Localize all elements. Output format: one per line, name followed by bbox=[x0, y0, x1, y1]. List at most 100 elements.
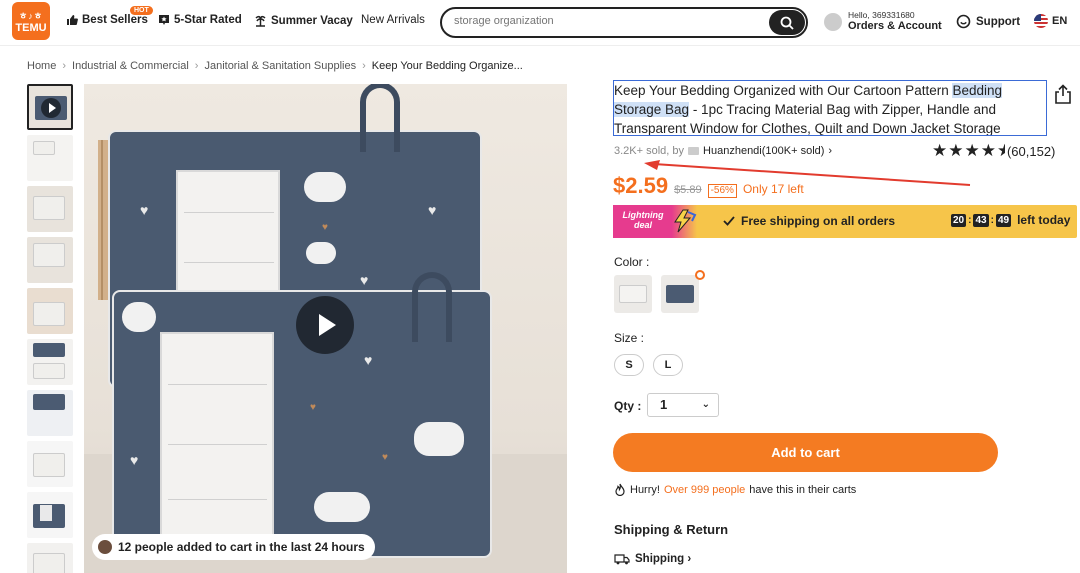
title-text-start: Keep Your Bedding Organized with Our Car… bbox=[614, 83, 953, 98]
thumbnail-image[interactable] bbox=[27, 390, 73, 436]
search-icon bbox=[780, 16, 794, 30]
nav-new-arrivals[interactable]: New Arrivals bbox=[361, 14, 425, 26]
breadcrumb-home[interactable]: Home bbox=[27, 60, 56, 72]
cloud-print bbox=[314, 492, 370, 522]
star-badge-icon bbox=[159, 15, 169, 25]
heart-print: ♥ bbox=[382, 452, 388, 463]
thumbnail-image[interactable] bbox=[27, 543, 73, 573]
window-rib bbox=[168, 444, 267, 445]
account-menu[interactable]: Hello, 369331680 Orders & Account bbox=[824, 10, 942, 33]
breadcrumb-separator: › bbox=[362, 60, 366, 72]
window-rib bbox=[168, 499, 267, 500]
hot-color-indicator-icon bbox=[695, 270, 705, 280]
temu-logo[interactable]: ㅎ♪ㅎ TEMU bbox=[12, 2, 50, 40]
share-icon[interactable] bbox=[1054, 84, 1072, 104]
heart-print: ♥ bbox=[140, 202, 149, 218]
timer-seconds: 49 bbox=[995, 213, 1012, 227]
thumb-bag-image bbox=[33, 453, 65, 477]
language-selector[interactable]: EN bbox=[1034, 14, 1067, 28]
window-rib bbox=[184, 262, 274, 263]
size-option-l[interactable]: L bbox=[653, 354, 683, 376]
cloud-print bbox=[122, 302, 156, 332]
cloud-print bbox=[304, 172, 346, 202]
product-rating[interactable]: ★★★★★ (60,152) bbox=[932, 142, 1056, 159]
color-swatch-white bbox=[619, 285, 647, 303]
logo-text: TEMU bbox=[15, 22, 47, 34]
heart-print: ♥ bbox=[310, 402, 316, 413]
lightning-deal-bar: Lightning deal Free shipping on all orde… bbox=[613, 205, 1077, 238]
timer-colon: : bbox=[968, 214, 972, 226]
rating-count: (60,152) bbox=[1006, 143, 1056, 159]
shipping-return-heading: Shipping & Return bbox=[614, 522, 729, 537]
thumb-bag-image bbox=[33, 141, 55, 155]
thumbnail-image[interactable] bbox=[27, 186, 73, 232]
nav-best-sellers[interactable]: Best Sellers bbox=[66, 14, 148, 26]
language-label: EN bbox=[1052, 15, 1068, 27]
add-to-cart-button[interactable]: Add to cart bbox=[613, 433, 998, 472]
store-icon bbox=[688, 147, 700, 155]
sold-count: 3.2K+ sold, by bbox=[614, 145, 685, 157]
search-button[interactable] bbox=[769, 10, 805, 35]
cart-activity-badge: 12 people added to cart in the last 24 h… bbox=[92, 534, 375, 560]
free-shipping-notice: Free shipping on all orders bbox=[723, 214, 895, 228]
nav-summer-vacay[interactable]: Summer Vacay bbox=[254, 14, 353, 27]
seller-chevron: › bbox=[828, 145, 833, 157]
thumbnail-strip bbox=[27, 84, 74, 573]
thumbnail-image[interactable] bbox=[27, 288, 73, 334]
avatar bbox=[824, 12, 842, 31]
bag-handle bbox=[412, 272, 452, 342]
thumbnail-image[interactable] bbox=[27, 441, 73, 487]
thumbnail-video[interactable] bbox=[27, 84, 73, 130]
quantity-value: 1 bbox=[660, 397, 668, 412]
timer-hours: 20 bbox=[951, 213, 967, 227]
breadcrumb-current: Keep Your Bedding Organize... bbox=[371, 60, 523, 72]
breadcrumb-industrial[interactable]: Industrial & Commercial bbox=[72, 60, 189, 72]
thumb-bag-image bbox=[33, 302, 65, 326]
cloud-print bbox=[414, 422, 464, 456]
deal-countdown: 20 : 43 : 49 left today bbox=[951, 213, 1070, 227]
hurry-count: Over 999 people bbox=[663, 483, 746, 496]
timer-colon: : bbox=[990, 214, 994, 226]
size-option-s[interactable]: S bbox=[614, 354, 644, 376]
nav-best-sellers-label: Best Sellers bbox=[82, 14, 148, 26]
timer-suffix: left today bbox=[1017, 213, 1071, 227]
thumb-bag-image bbox=[33, 394, 65, 410]
quantity-select[interactable]: 1 ⌄ bbox=[647, 393, 719, 417]
play-icon bbox=[41, 98, 61, 118]
thumbnail-image[interactable] bbox=[27, 237, 73, 283]
lightning-deal-line1: Lightning bbox=[622, 210, 664, 220]
free-shipping-label: Free shipping on all orders bbox=[741, 214, 896, 228]
hurry-suffix: have this in their carts bbox=[749, 483, 857, 496]
hurry-label: Hurry! bbox=[630, 483, 660, 496]
support-link[interactable]: Support bbox=[956, 14, 1020, 29]
bag-handle bbox=[360, 84, 400, 152]
search-input[interactable] bbox=[454, 15, 764, 27]
top-header: ㅎ♪ㅎ TEMU Best Sellers HOT 5-Star Rated S… bbox=[0, 0, 1080, 46]
shipping-link[interactable]: Shipping › bbox=[614, 553, 691, 565]
main-product-image[interactable]: ♥ ♥ ♥ ♥ ♥ ♥ ♥ ♥ 12 people added to cart … bbox=[84, 84, 567, 573]
heart-print: ♥ bbox=[428, 202, 437, 218]
seller-link[interactable]: Huanzhendi(100K+ sold) bbox=[703, 145, 824, 157]
color-option-navy[interactable] bbox=[661, 275, 699, 313]
window-rib bbox=[184, 212, 274, 213]
support-chat-icon bbox=[956, 14, 971, 29]
chevron-down-icon: ⌄ bbox=[701, 399, 710, 410]
hurry-notice: Hurry! Over 999 people have this in thei… bbox=[614, 483, 856, 496]
nav-five-star-rated[interactable]: 5-Star Rated bbox=[158, 14, 242, 26]
thumbnail-image[interactable] bbox=[27, 135, 73, 181]
thumbnail-image[interactable] bbox=[27, 339, 73, 385]
lightning-deal-tag: Lightning deal bbox=[613, 205, 697, 238]
heart-print: ♥ bbox=[360, 272, 369, 288]
nav-summer-vacay-label: Summer Vacay bbox=[271, 14, 353, 27]
video-play-icon[interactable] bbox=[296, 296, 354, 354]
thumb-window bbox=[40, 505, 52, 521]
color-label: Color : bbox=[614, 255, 650, 269]
arrow-shaft bbox=[653, 163, 971, 186]
lightning-bolt-icon bbox=[674, 209, 697, 233]
support-label: Support bbox=[976, 15, 1021, 28]
color-option-white[interactable] bbox=[614, 275, 652, 313]
thumbnail-image[interactable] bbox=[27, 492, 73, 538]
breadcrumb-janitorial[interactable]: Janitorial & Sanitation Supplies bbox=[204, 60, 356, 72]
thumbs-up-icon bbox=[67, 15, 78, 25]
cloud-print bbox=[306, 242, 336, 264]
